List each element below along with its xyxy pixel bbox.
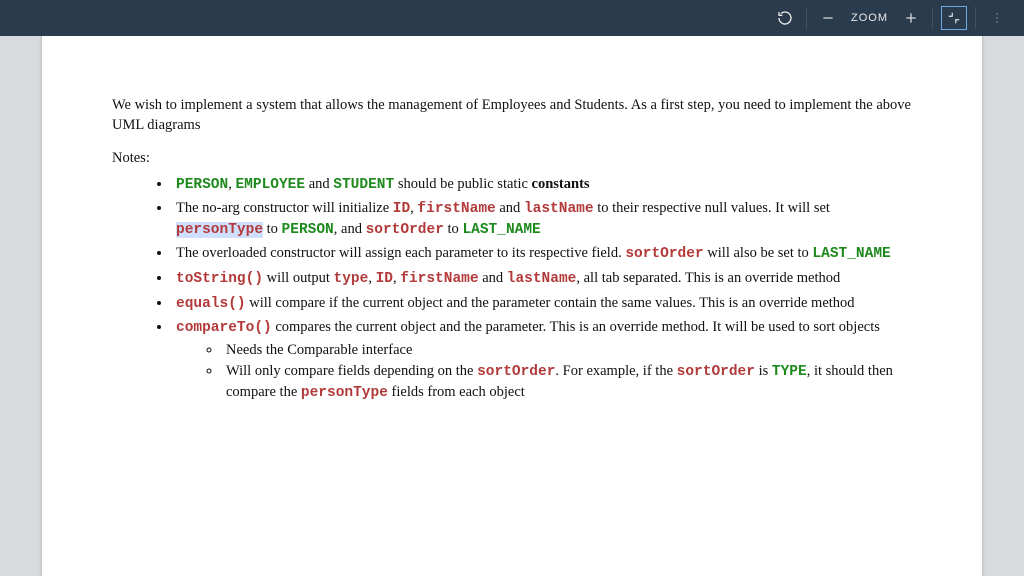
- more-button[interactable]: [978, 0, 1016, 36]
- code-token: firstName: [417, 201, 495, 217]
- list-item: compareTo() compares the current object …: [172, 318, 912, 403]
- code-token-highlighted: personType: [176, 222, 263, 238]
- code-token: ID: [376, 271, 393, 287]
- zoom-out-button[interactable]: [809, 0, 847, 36]
- zoom-label: ZOOM: [847, 12, 892, 24]
- plus-icon: [904, 11, 918, 25]
- bold-text: constants: [532, 176, 590, 192]
- code-token: lastName: [507, 271, 577, 287]
- list-item: The overloaded constructor will assign e…: [172, 244, 912, 265]
- list-item: Will only compare fields depending on th…: [222, 362, 912, 403]
- code-token: STUDENT: [333, 177, 394, 193]
- list-item: Needs the Comparable interface: [222, 341, 912, 361]
- rotate-button[interactable]: [766, 0, 804, 36]
- toolbar-separator: [975, 7, 976, 29]
- code-token: EMPLOYEE: [235, 177, 305, 193]
- code-token: equals(): [176, 296, 246, 312]
- rotate-icon: [777, 10, 793, 26]
- sub-list: Needs the Comparable interface Will only…: [222, 341, 912, 404]
- dots-vertical-icon: [990, 11, 1004, 25]
- code-token: compareTo(): [176, 320, 272, 336]
- code-token: LAST_NAME: [812, 246, 890, 262]
- list-item: The no-arg constructor will initialize I…: [172, 199, 912, 240]
- code-token: toString(): [176, 271, 263, 287]
- document-page: We wish to implement a system that allow…: [42, 36, 982, 576]
- code-token: type: [334, 271, 369, 287]
- toolbar: ZOOM: [0, 0, 1024, 36]
- collapse-icon: [947, 11, 961, 25]
- minus-icon: [821, 11, 835, 25]
- code-token: LAST_NAME: [462, 222, 540, 238]
- list-item: equals() will compare if the current obj…: [172, 294, 912, 315]
- toolbar-separator: [932, 7, 933, 29]
- code-token: personType: [301, 385, 388, 401]
- code-token: ID: [393, 201, 410, 217]
- zoom-in-button[interactable]: [892, 0, 930, 36]
- code-token: sortOrder: [477, 364, 555, 380]
- list-item: toString() will output type, ID, firstNa…: [172, 269, 912, 290]
- code-token: TYPE: [772, 364, 807, 380]
- toolbar-separator: [806, 7, 807, 29]
- notes-list: PERSON, EMPLOYEE and STUDENT should be p…: [172, 175, 912, 404]
- fit-screen-button[interactable]: [935, 0, 973, 36]
- document-viewport[interactable]: We wish to implement a system that allow…: [0, 36, 1024, 576]
- intro-paragraph: We wish to implement a system that allow…: [112, 96, 912, 135]
- code-token: PERSON: [282, 222, 334, 238]
- code-token: sortOrder: [677, 364, 755, 380]
- code-token: sortOrder: [366, 222, 444, 238]
- list-item: PERSON, EMPLOYEE and STUDENT should be p…: [172, 175, 912, 196]
- notes-label: Notes:: [112, 149, 912, 169]
- code-token: PERSON: [176, 177, 228, 193]
- code-token: firstName: [400, 271, 478, 287]
- code-token: lastName: [524, 201, 594, 217]
- code-token: sortOrder: [625, 246, 703, 262]
